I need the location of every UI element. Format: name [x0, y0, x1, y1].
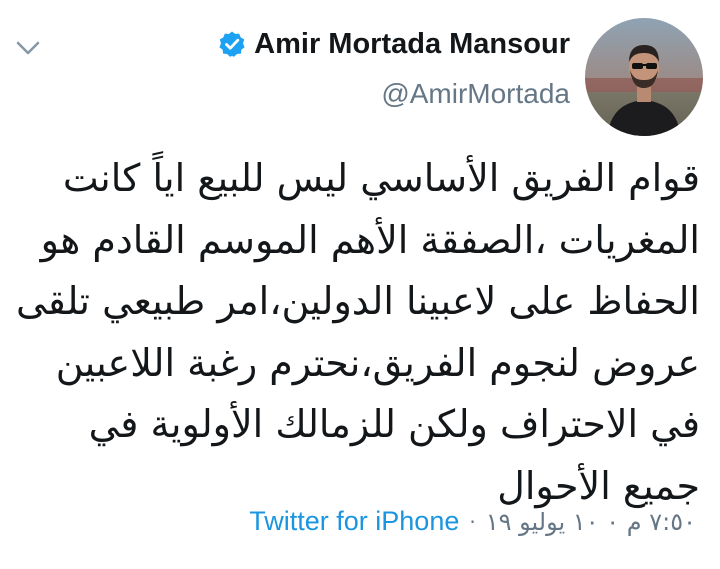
chevron-down-icon[interactable]: [14, 38, 42, 58]
tweet-text-line: عروض لنجوم الفريق،نحترم رغبة اللاعبين: [55, 340, 700, 385]
meta-separator: ·: [469, 509, 476, 534]
display-name[interactable]: Amir Mortada Mansour: [254, 28, 570, 61]
tweet-text-line: الحفاظ على لاعبينا الدولين،امر طبيعي تلق…: [15, 279, 700, 323]
tweet-header: Amir Mortada Mansour @AmirMortada: [218, 22, 570, 110]
user-handle[interactable]: @AmirMortada: [218, 78, 570, 110]
verified-badge-icon: [218, 30, 246, 58]
avatar[interactable]: [585, 18, 703, 136]
tweet-text-line: قوام الفريق الأساسي ليس للبيع اياً كانت: [62, 156, 700, 200]
name-row[interactable]: Amir Mortada Mansour: [218, 22, 570, 66]
tweet-card: Amir Mortada Mansour @AmirMortada قوام ا…: [0, 0, 720, 569]
tweet-text: قوام الفريق الأساسي ليس للبيع اياً كانت …: [15, 148, 700, 517]
source-link[interactable]: Twitter for iPhone: [249, 506, 459, 537]
tweet-meta: Twitter for iPhone · ٧:٥٠ م ٠ ١٠ يوليو ١…: [249, 506, 696, 537]
timestamp[interactable]: ٧:٥٠ م ٠ ١٠ يوليو ١٩: [486, 508, 696, 536]
tweet-text-line: المغريات ،الصفقة الأهم الموسم القادم هو: [40, 217, 700, 262]
tweet-text-line: في الاحتراف ولكن للزمالك الأولوية في: [88, 402, 700, 446]
